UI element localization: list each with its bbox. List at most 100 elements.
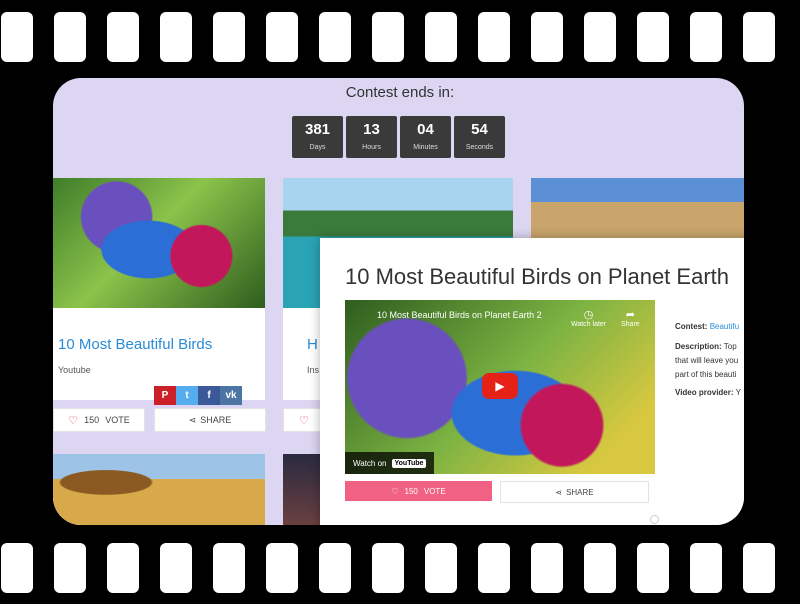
share-arrow-icon: ➦ — [625, 309, 635, 321]
countdown-minutes: 04 Minutes — [400, 116, 451, 158]
vk-icon[interactable]: vk — [220, 386, 242, 405]
countdown-seconds-label: Seconds — [465, 144, 494, 151]
sprocket-hole — [266, 12, 298, 62]
heart-icon: ♡ — [68, 414, 79, 427]
twitter-icon[interactable]: t — [176, 386, 198, 405]
contest-title: Contest ends in: — [345, 84, 455, 101]
sprocket-hole — [54, 543, 86, 593]
sprocket-hole — [531, 12, 563, 62]
film-sprockets-top — [0, 12, 800, 62]
popup-share-button[interactable]: ⋖ SHARE — [500, 481, 649, 503]
sprocket-hole — [743, 543, 775, 593]
countdown-days-value: 381 — [304, 121, 331, 138]
countdown-hours-value: 13 — [363, 121, 380, 138]
countdown-days-label: Days — [309, 144, 326, 151]
sprocket-hole — [1, 12, 33, 62]
share-icon: ⋖ — [188, 414, 197, 425]
provider-row: Video provider: Y — [675, 386, 744, 400]
sprocket-hole — [319, 12, 351, 62]
sprocket-hole — [531, 543, 563, 593]
countdown: 381 Days 13 Hours 04 Minutes 54 Seconds — [292, 116, 505, 158]
vote-button[interactable]: ♡ 150 VOTE — [53, 408, 145, 432]
video-share-button[interactable]: ➦ Share — [621, 308, 640, 328]
sprocket-hole — [690, 12, 722, 62]
vote-button[interactable]: ♡ — [283, 408, 325, 432]
video-player[interactable]: 10 Most Beautiful Birds on Planet Earth … — [345, 300, 655, 474]
entry-title[interactable]: H — [307, 336, 318, 353]
play-icon[interactable]: ▶ — [482, 373, 518, 399]
pinterest-icon[interactable]: P — [154, 386, 176, 405]
heart-icon: ♡ — [299, 414, 309, 427]
countdown-hours: 13 Hours — [346, 116, 397, 158]
sprocket-hole — [425, 543, 457, 593]
description-line: that will leave you — [675, 356, 739, 365]
carousel-dot[interactable] — [650, 515, 659, 524]
sprocket-hole — [637, 12, 669, 62]
sprocket-hole — [584, 12, 616, 62]
countdown-seconds: 54 Seconds — [454, 116, 505, 158]
countdown-seconds-value: 54 — [471, 121, 488, 138]
contest-row: Contest: Beautifu — [675, 320, 744, 334]
sprocket-hole — [478, 12, 510, 62]
sprocket-hole — [1, 543, 33, 593]
sprocket-hole — [478, 543, 510, 593]
video-share-label: Share — [621, 321, 640, 328]
contest-screen: Contest ends in: 381 Days 13 Hours 04 Mi… — [53, 78, 744, 525]
provider-label: Video provider: — [675, 388, 734, 397]
entry-thumbnail[interactable] — [53, 454, 265, 525]
entry-card-birds[interactable]: 10 Most Beautiful Birds Youtube — [53, 178, 265, 400]
description-line: part of this beauti — [675, 370, 737, 379]
sprocket-hole — [690, 543, 722, 593]
heart-icon: ♡ — [391, 486, 399, 496]
popup-vote-button[interactable]: ♡ 150 VOTE — [345, 481, 492, 501]
vote-label: VOTE — [105, 415, 130, 425]
facebook-icon[interactable]: f — [198, 386, 220, 405]
countdown-minutes-value: 04 — [417, 121, 434, 138]
sprocket-hole — [584, 543, 616, 593]
sprocket-hole — [213, 543, 245, 593]
popup-vote-count: 150 — [404, 486, 418, 496]
countdown-minutes-label: Minutes — [413, 144, 438, 151]
sprocket-hole — [266, 543, 298, 593]
entry-thumbnail[interactable] — [53, 178, 265, 308]
watch-later-label: Watch later — [571, 321, 607, 328]
entry-source: Youtube — [58, 365, 91, 375]
sprocket-hole — [107, 12, 139, 62]
entry-thumbnail[interactable] — [531, 178, 744, 238]
description-line: Top — [723, 342, 737, 351]
entry-source: Ins — [307, 365, 320, 375]
description-row: Description: Top that will leave you par… — [675, 340, 744, 382]
sprocket-hole — [319, 543, 351, 593]
entry-title[interactable]: 10 Most Beautiful Birds — [58, 336, 212, 353]
provider-value: Y — [735, 388, 741, 397]
countdown-hours-label: Hours — [362, 144, 381, 151]
sprocket-hole — [743, 12, 775, 62]
sprocket-hole — [160, 543, 192, 593]
contest-label: Contest: — [675, 322, 708, 331]
popup-title: 10 Most Beautiful Birds on Planet Earth — [345, 264, 729, 289]
entry-info: Contest: Beautifu Description: Top that … — [675, 320, 744, 400]
entry-detail-popup: 10 Most Beautiful Birds on Planet Earth … — [320, 238, 744, 525]
sprocket-hole — [372, 12, 404, 62]
sprocket-hole — [107, 543, 139, 593]
watch-on-label: Watch on — [353, 458, 387, 468]
sprocket-hole — [637, 543, 669, 593]
share-icon: ⋖ — [555, 487, 563, 497]
popup-vote-label: VOTE — [423, 486, 446, 496]
share-label: SHARE — [200, 415, 232, 425]
contest-link[interactable]: Beautifu — [710, 322, 739, 331]
video-title[interactable]: 10 Most Beautiful Birds on Planet Earth … — [377, 310, 542, 320]
social-share-bar: P t f vk — [154, 386, 242, 405]
film-sprockets-bottom — [0, 543, 800, 593]
share-button[interactable]: ⋖ SHARE — [154, 408, 266, 432]
watch-later-button[interactable]: ◷ Watch later — [571, 308, 606, 328]
youtube-logo: YouTube — [391, 458, 427, 468]
description-label: Description: — [675, 342, 722, 351]
watch-on-youtube[interactable]: Watch on YouTube — [345, 452, 435, 474]
entry-card-3[interactable] — [531, 178, 744, 238]
sprocket-hole — [54, 12, 86, 62]
sprocket-hole — [425, 12, 457, 62]
entry-card-lion[interactable] — [53, 454, 265, 525]
countdown-days: 381 Days — [292, 116, 343, 158]
popup-share-label: SHARE — [566, 487, 594, 497]
